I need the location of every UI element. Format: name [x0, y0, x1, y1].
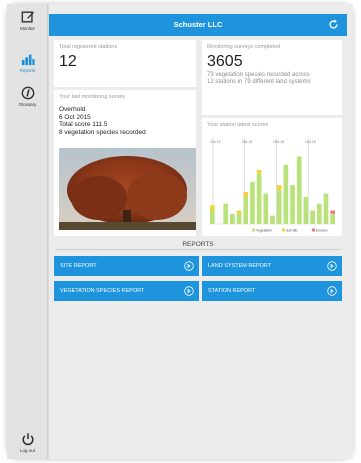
survey-species-count: 8 vegetation species recorded: [59, 128, 146, 136]
reports-heading: REPORTS: [182, 241, 214, 248]
reports-divider: [55, 249, 341, 250]
chart-legend-swatch: [282, 228, 285, 232]
chart-bar-vegetation: [270, 215, 275, 224]
site-report-label: SITE REPORT: [60, 263, 97, 269]
station-scores-card: Your station latest scores Oct 15 Oct 15 O…: [202, 118, 342, 236]
chart-bar-vegetation: [323, 193, 329, 224]
chart-tick-label: Oct 15: [210, 140, 221, 144]
station-report-button[interactable]: STATION REPORT: [202, 281, 342, 301]
survey-total-score: Total score 111.5: [59, 121, 108, 128]
survey-date: 6 Oct 2015: [59, 113, 91, 121]
surveys-card: Monitoring surveys completed 3605 73 veg…: [202, 40, 342, 115]
chart-bar-vegetation: [243, 196, 249, 224]
stations-caption: Total registered stations: [59, 44, 118, 50]
survey-photo: [59, 148, 196, 230]
chart-bar-vegetation: [316, 203, 322, 224]
last-survey-card[interactable]: Your last monitoring survey Overhold 6 O…: [54, 90, 196, 236]
sidebar-item-reports[interactable]: Reports: [7, 52, 48, 86]
sidebar-item-monitor[interactable]: Monitor: [7, 10, 48, 44]
vegetation-species-report-label: VEGETATION SPECIES REPORT: [60, 288, 145, 294]
refresh-icon[interactable]: [328, 19, 339, 30]
arrow-right-icon: [327, 286, 337, 296]
chart-legend-label: Soil attr.: [286, 228, 298, 232]
chart-tick-label: Oct 15: [305, 140, 316, 144]
chart-tick-label: Oct 15: [242, 140, 253, 144]
sidebar: Monitor Reports Glossary Log out: [7, 4, 48, 459]
land-system-report-button[interactable]: LAND SYSTEM REPORT: [202, 256, 342, 276]
chart-bar-vegetation: [330, 213, 335, 224]
chart-legend-label: Vegetation: [256, 228, 272, 232]
site-report-button[interactable]: SITE REPORT: [54, 256, 199, 276]
top-bar: Schuster LLC: [49, 14, 347, 36]
chart-bar-vegetation: [256, 173, 262, 224]
chart-bar-soil: [243, 191, 249, 197]
chart-bar-vegetation: [276, 190, 282, 224]
survey-station-name: Overhold: [59, 106, 86, 113]
bar-chart-icon: [21, 54, 35, 66]
surveys-description: 73 vegetation species recorded across 12…: [207, 72, 311, 85]
logout-button[interactable]: Log out: [7, 432, 48, 463]
chart-legend-swatch: [312, 228, 315, 232]
sidebar-item-label: Glossary: [18, 102, 37, 107]
logout-label: Log out: [19, 448, 35, 453]
arrow-right-icon: [184, 286, 194, 296]
chart-bar-vegetation: [230, 213, 235, 224]
last-survey-caption: Your last monitoring survey: [59, 94, 126, 100]
chart-bar-vegetation: [236, 213, 242, 224]
surveys-value: 3605: [207, 53, 243, 70]
chart-legend-label: Erosion: [316, 228, 328, 232]
chart-bar-vegetation: [223, 203, 229, 224]
stations-value: 12: [59, 53, 77, 70]
chart-bar-vegetation: [296, 156, 302, 224]
chart-tick-label: Oct 15: [274, 140, 285, 144]
station-report-label: STATION REPORT: [208, 288, 256, 294]
main-screen: Schuster LLC Total registered stations 1…: [49, 4, 353, 459]
chart-legend-swatch: [252, 228, 255, 232]
chart-bar-vegetation: [250, 181, 255, 224]
vegetation-species-report-button[interactable]: VEGETATION SPECIES REPORT: [54, 281, 199, 301]
stations-card: Total registered stations 12: [54, 40, 196, 87]
land-system-report-label: LAND SYSTEM REPORT: [208, 263, 272, 269]
arrow-right-icon: [184, 261, 194, 271]
chart-bar-soil: [276, 185, 282, 191]
chart-bar-vegetation: [263, 193, 269, 224]
station-scores-chart: Oct 15 Oct 15 Oct 15 Oct 15 Vegetation Soil a…: [209, 138, 336, 232]
arrow-right-icon: [327, 261, 337, 271]
chart-bar-soil: [210, 205, 215, 211]
chart-bar-vegetation: [303, 196, 309, 224]
info-icon: [21, 86, 34, 100]
chart-bar-vegetation: [210, 210, 215, 224]
chart-bar-vegetation: [283, 164, 289, 224]
surveys-caption: Monitoring surveys completed: [207, 44, 281, 50]
edit-icon: [21, 11, 34, 23]
chart-bar-soil: [236, 210, 242, 214]
chart-bar-soil: [256, 169, 262, 174]
chart-bar-vegetation: [290, 185, 295, 224]
sidebar-item-label: Reports: [19, 68, 36, 73]
power-icon: [21, 433, 34, 446]
page-title: Schuster LLC: [173, 20, 223, 29]
sidebar-item-glossary[interactable]: Glossary: [7, 86, 48, 120]
chart-bar-erosion: [330, 210, 335, 214]
chart-bar-vegetation: [310, 210, 315, 224]
sidebar-item-label: Monitor: [19, 26, 35, 31]
